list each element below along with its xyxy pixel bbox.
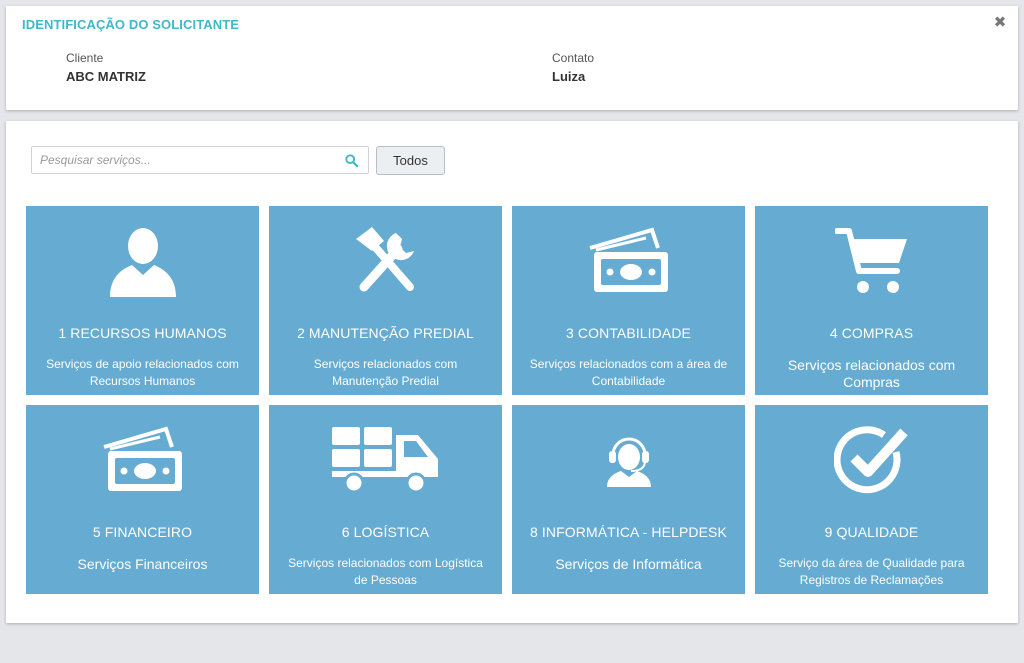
- service-description: Serviços de apoio relacionados com Recur…: [46, 357, 239, 388]
- service-description: Serviço da área de Qualidade para Regist…: [778, 556, 965, 587]
- service-tile-qualidade[interactable]: 9 QUALIDADE Serviço da área de Qualidade…: [755, 405, 988, 594]
- service-tile-logistica[interactable]: 6 LOGÍSTICA Serviços relacionados com Lo…: [269, 405, 502, 594]
- contact-value: Luiza: [552, 69, 586, 84]
- tools-icon: [355, 227, 414, 292]
- client-value: ABC MATRIZ: [66, 69, 146, 84]
- requester-title: IDENTIFICAÇÃO DO SOLICITANTE: [22, 17, 240, 32]
- service-title: 5 FINANCEIRO: [92, 524, 193, 540]
- service-description: Serviços relacionados com Manutenção Pre…: [313, 357, 458, 388]
- service-description: Serviços Financeiros: [77, 556, 208, 572]
- service-title: 6 LOGÍSTICA: [341, 524, 430, 540]
- service-title: 1 RECURSOS HUMANOS: [58, 325, 227, 341]
- close-icon[interactable]: ✖: [992, 15, 1008, 31]
- service-tile-manutencao-predial[interactable]: 2 MANUTENÇÃO PREDIAL Serviços relacionad…: [269, 206, 502, 395]
- contact-label: Contato: [552, 51, 595, 65]
- service-title: 9 QUALIDADE: [824, 524, 919, 540]
- money-icon: [588, 227, 668, 292]
- service-description: Serviços relacionados com Logística de P…: [288, 556, 483, 587]
- cart-icon: [834, 228, 907, 293]
- headset-icon: [606, 437, 651, 487]
- service-title: 2 MANUTENÇÃO PREDIAL: [296, 325, 475, 341]
- service-description: Serviços de Informática: [555, 556, 702, 572]
- search-input[interactable]: [32, 147, 348, 173]
- service-title: 8 INFORMÁTICA - HELPDESK: [530, 524, 727, 540]
- client-label: Cliente: [66, 51, 104, 65]
- search-icon[interactable]: [345, 154, 358, 167]
- service-tile-compras[interactable]: 4 COMPRAS Serviços relacionados com Comp…: [755, 206, 988, 395]
- service-description: Serviços relacionados com a área de Cont…: [529, 357, 728, 388]
- service-tile-contabilidade[interactable]: 3 CONTABILIDADE Serviços relacionados co…: [512, 206, 745, 395]
- service-tile-informatica[interactable]: 8 INFORMÁTICA - HELPDESK Serviços de Inf…: [512, 405, 745, 594]
- service-title: 4 COMPRAS: [829, 325, 914, 341]
- truck-icon: [331, 427, 438, 494]
- user-icon: [109, 228, 176, 297]
- check-circle-icon: [833, 426, 908, 494]
- services-panel: Todos 1 RECURSOS HUMANOS Serviços de apo…: [6, 121, 1018, 623]
- all-services-button[interactable]: Todos: [376, 146, 445, 175]
- service-tile-recursos-humanos[interactable]: 1 RECURSOS HUMANOS Serviços de apoio rel…: [26, 206, 259, 395]
- service-tile-financeiro[interactable]: 5 FINANCEIRO Serviços Financeiros: [26, 405, 259, 594]
- money-icon: [102, 426, 182, 491]
- service-title: 3 CONTABILIDADE: [566, 325, 691, 341]
- requester-panel: IDENTIFICAÇÃO DO SOLICITANTE ✖ Cliente A…: [6, 6, 1018, 110]
- search-box: [31, 146, 369, 174]
- service-description: Serviços relacionados com Compras: [787, 357, 956, 390]
